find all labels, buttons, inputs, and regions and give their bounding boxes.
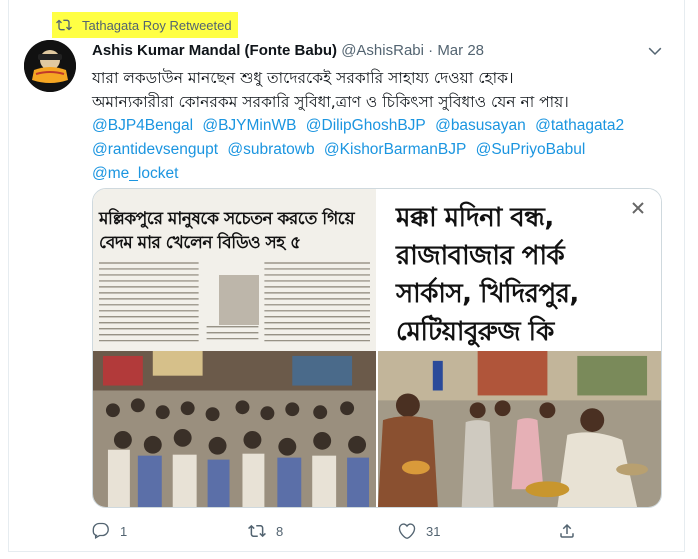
mention-link[interactable]: @SuPriyoBabul	[476, 141, 586, 158]
reply-icon	[92, 522, 109, 540]
newspaper-clipping: মল্লিকপুরে মানুষকে সচেতন করতে গিয়ে বেদম…	[93, 189, 376, 351]
reply-count: 1	[120, 523, 128, 539]
tweet-actions: 1 8 31	[92, 522, 662, 544]
crowd-photo-street	[378, 351, 661, 507]
heart-icon	[398, 523, 416, 539]
tweet-text-line: অমান্যকারীরা কোনরকম সরকারি সুবিধা,ত্রাণ …	[92, 93, 569, 111]
author-name[interactable]: Ashis Kumar Mandal (Fonte Babu)	[92, 42, 337, 59]
avatar[interactable]	[24, 40, 76, 92]
media-image-right[interactable]: মক্কা মদিনা বন্ধ, রাজাবাজার পার্ক সার্কা…	[378, 189, 661, 507]
crowd-photo-market	[93, 351, 376, 507]
mention-link[interactable]: @subratowb	[227, 141, 314, 158]
headline-card: মক্কা মদিনা বন্ধ, রাজাবাজার পার্ক সার্কা…	[378, 189, 661, 351]
newspaper-headline: মল্লিকপুরে মানুষকে সচেতন করতে গিয়ে বেদম…	[99, 209, 355, 253]
separator: ·	[428, 42, 434, 59]
retweet-button[interactable]: 8	[248, 522, 283, 540]
chevron-down-icon[interactable]	[646, 42, 664, 60]
headline-text: মক্কা মদিনা বন্ধ, রাজাবাজার পার্ক সার্কা…	[396, 203, 579, 347]
media-grid: মল্লিকপুরে মানুষকে সচেতন করতে গিয়ে বেদম…	[92, 188, 662, 508]
retweet-icon	[56, 19, 72, 31]
mention-list: @BJP4Bengal @BJYMinWB @DilipGhoshBJP @ba…	[92, 114, 662, 186]
mention-link[interactable]: @me_locket	[92, 165, 178, 182]
retweet-banner: Tathagata Roy Retweeted	[52, 12, 238, 38]
share-button[interactable]	[558, 522, 586, 540]
retweet-count: 8	[276, 523, 284, 539]
mention-link[interactable]: @DilipGhoshBJP	[306, 117, 426, 134]
mention-link[interactable]: @BJYMinWB	[202, 117, 296, 134]
reply-button[interactable]: 1	[92, 522, 127, 540]
tweet-date[interactable]: Mar 28	[437, 42, 484, 59]
like-button[interactable]: 31	[398, 522, 440, 540]
mention-link[interactable]: @rantidevsengupt	[92, 141, 218, 158]
newspaper-photo	[219, 275, 259, 325]
mention-link[interactable]: @BJP4Bengal	[92, 117, 193, 134]
share-icon	[560, 523, 574, 538]
tweet-text-line: যারা লকডাউন মানছেন শুধু তাদেরকেই সরকারি …	[92, 69, 514, 87]
mention-link[interactable]: @tathagata2	[535, 117, 624, 134]
mention-link[interactable]: @basusayan	[435, 117, 526, 134]
like-count: 31	[426, 523, 441, 539]
close-icon[interactable]	[631, 201, 645, 215]
author-handle[interactable]: @AshisRabi	[341, 42, 424, 59]
tweet-text: যারা লকডাউন মানছেন শুধু তাদেরকেই সরকারি …	[92, 66, 662, 114]
retweet-icon	[248, 524, 266, 538]
tweet-header: Ashis Kumar Mandal (Fonte Babu) @AshisRa…	[92, 42, 484, 59]
retweet-banner-text[interactable]: Tathagata Roy Retweeted	[82, 18, 232, 33]
mention-link[interactable]: @KishorBarmanBJP	[324, 141, 466, 158]
media-image-left[interactable]: মল্লিকপুরে মানুষকে সচেতন করতে গিয়ে বেদম…	[93, 189, 376, 507]
